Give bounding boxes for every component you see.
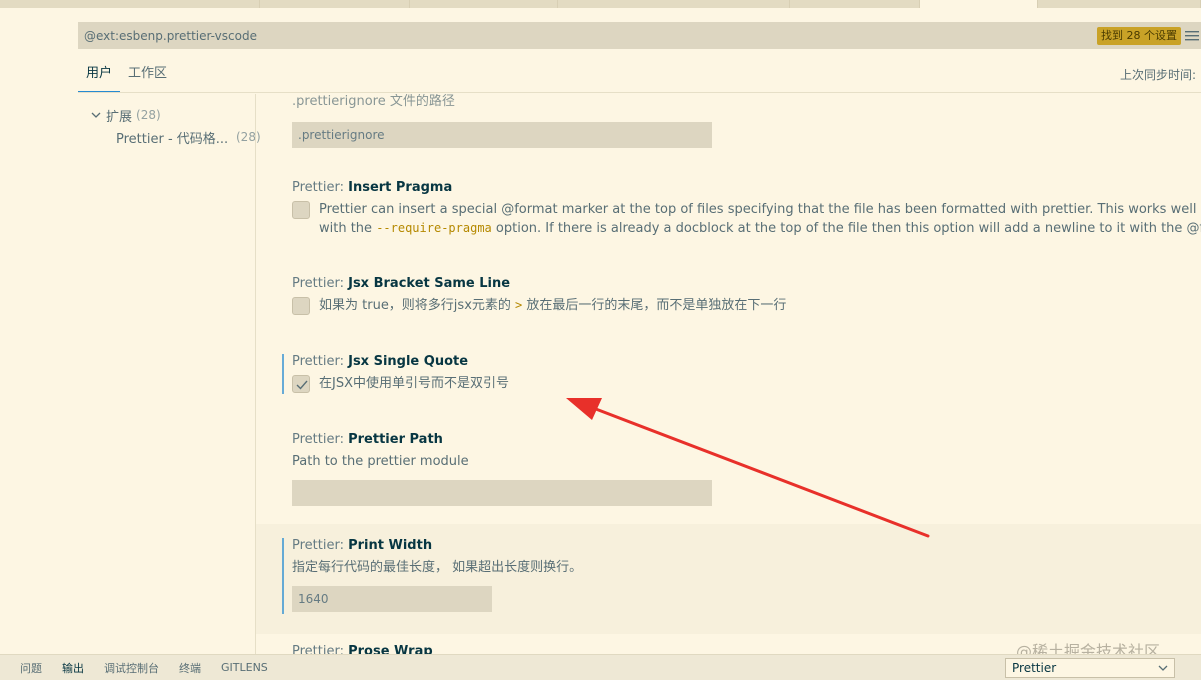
output-channel-select[interactable]: Prettier <box>1005 658 1175 678</box>
chevron-down-icon <box>1158 665 1168 671</box>
arrow-head <box>566 398 602 420</box>
panel-tab-problems[interactable]: 问题 <box>0 660 42 676</box>
output-channel-value: Prettier <box>1012 661 1057 675</box>
panel-tab-debug-console[interactable]: 调试控制台 <box>84 660 159 676</box>
annotation-arrow <box>566 398 930 538</box>
panel-tab-terminal[interactable]: 终端 <box>159 660 201 676</box>
panel-tab-output[interactable]: 输出 <box>42 660 84 676</box>
panel-bar: 问题 输出 调试控制台 终端 GITLENS Prettier <box>0 654 1201 680</box>
arrow-shaft <box>586 404 930 538</box>
panel-tab-gitlens[interactable]: GITLENS <box>201 661 268 674</box>
